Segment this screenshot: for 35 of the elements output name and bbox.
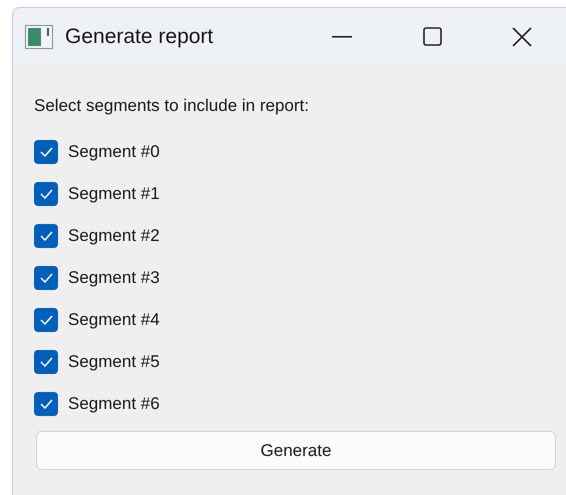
segment-checkbox[interactable]: Segment #1 — [34, 173, 160, 215]
segment-checkbox[interactable]: Segment #4 — [34, 299, 160, 341]
check-icon — [40, 357, 52, 367]
segment-label: Segment #0 — [68, 141, 160, 164]
segment-checkbox[interactable]: Segment #2 — [34, 215, 160, 257]
check-icon — [40, 147, 52, 157]
checkbox[interactable] — [34, 140, 58, 164]
segment-label: Segment #5 — [68, 351, 160, 374]
segment-checkbox[interactable]: Segment #5 — [34, 341, 160, 383]
segment-label: Segment #3 — [68, 267, 160, 290]
window-title: Generate report — [65, 24, 214, 50]
segment-label: Segment #6 — [68, 393, 160, 416]
checkbox[interactable] — [34, 392, 58, 416]
app-icon — [25, 24, 53, 48]
check-icon — [40, 273, 52, 283]
minimize-icon — [332, 36, 352, 38]
segment-checkbox[interactable]: Segment #6 — [34, 383, 160, 425]
check-icon — [40, 399, 52, 409]
generate-button[interactable]: Generate — [36, 431, 556, 470]
maximize-icon — [422, 27, 442, 46]
check-icon — [40, 231, 52, 241]
check-icon — [40, 189, 52, 199]
segment-label: Segment #2 — [68, 225, 160, 248]
segment-label: Segment #4 — [68, 309, 160, 332]
segment-checkbox[interactable]: Segment #0 — [34, 131, 160, 173]
checkbox[interactable] — [34, 224, 58, 248]
checkbox[interactable] — [34, 182, 58, 206]
checkbox[interactable] — [34, 266, 58, 290]
segment-checkbox[interactable]: Segment #3 — [34, 257, 160, 299]
segment-label: Segment #1 — [68, 183, 160, 206]
checkbox[interactable] — [34, 308, 58, 332]
close-icon — [512, 26, 532, 46]
prompt-text: Select segments to include in report: — [34, 95, 310, 117]
check-icon — [40, 315, 52, 325]
checkbox[interactable] — [34, 350, 58, 374]
